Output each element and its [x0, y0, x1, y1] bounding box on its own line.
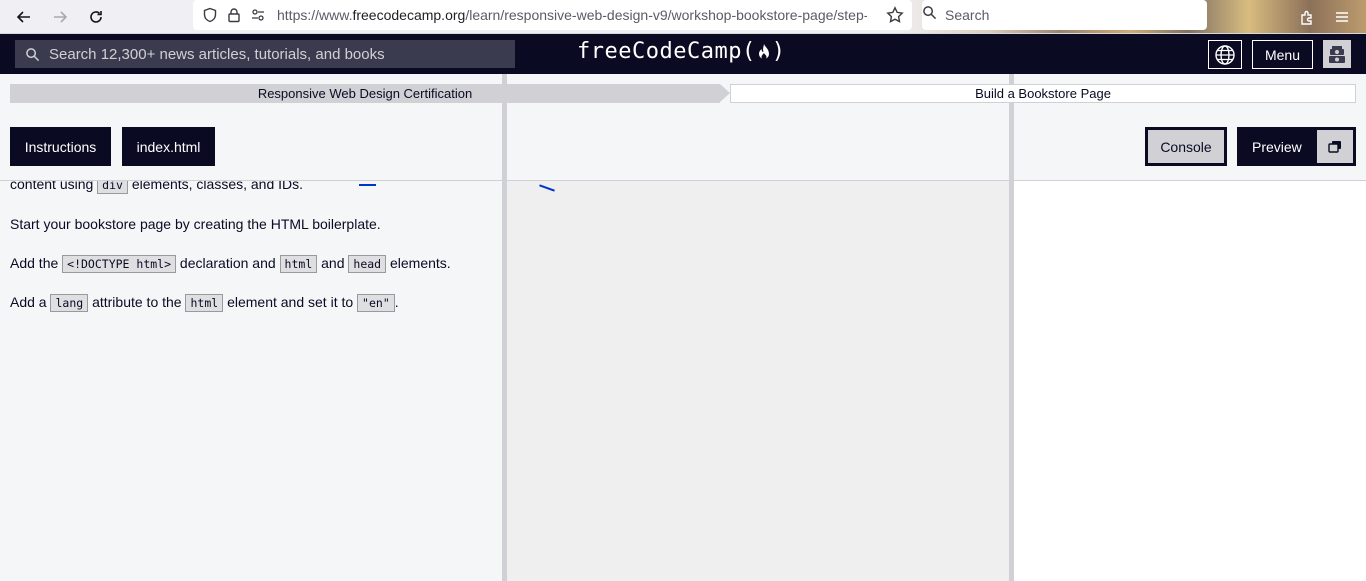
- forward-arrow-icon[interactable]: [48, 5, 72, 29]
- inline-code: head: [348, 255, 387, 273]
- breadcrumb: Responsive Web Design Certification Buil…: [10, 84, 1356, 103]
- url-text[interactable]: https://www.freecodecamp.org/learn/respo…: [277, 7, 867, 23]
- shield-icon[interactable]: [199, 4, 221, 26]
- fcc-search-placeholder: Search 12,300+ news articles, tutorials,…: [49, 45, 385, 63]
- url-domain: freecodecamp.org: [352, 7, 466, 23]
- breadcrumb-block[interactable]: Build a Bookstore Page: [730, 84, 1356, 103]
- preview-button[interactable]: Preview: [1237, 127, 1356, 166]
- workspace-toolbar: Instructions index.html Console Preview: [0, 103, 1366, 180]
- browser-toolbar: https://www.freecodecamp.org/learn/respo…: [0, 0, 1366, 34]
- text: elements.: [386, 255, 451, 271]
- extensions-icon[interactable]: [1295, 5, 1319, 29]
- flame-icon: [757, 43, 771, 61]
- url-prefix: https://www.: [277, 7, 353, 23]
- back-arrow-icon[interactable]: [12, 5, 36, 29]
- toolbar-bottom-border: [0, 180, 1366, 181]
- fcc-navbar: Search 12,300+ news articles, tutorials,…: [0, 34, 1366, 74]
- text: .: [394, 294, 399, 310]
- breadcrumb-certification[interactable]: Responsive Web Design Certification: [10, 84, 720, 103]
- preview-label: Preview: [1252, 138, 1302, 155]
- fcc-search-input[interactable]: Search 12,300+ news articles, tutorials,…: [15, 40, 515, 68]
- inline-code: lang: [50, 294, 89, 312]
- text: Add the: [10, 255, 63, 271]
- inline-code: html: [279, 255, 318, 273]
- logo-text: freeCodeCamp(: [577, 39, 756, 64]
- text: declaration and: [176, 255, 280, 271]
- reload-icon[interactable]: [84, 5, 108, 29]
- text: Add a: [10, 294, 51, 310]
- inline-code: html: [185, 294, 224, 312]
- url-path: /learn/responsive-web-design-v9/workshop…: [465, 7, 867, 23]
- instruction-line-2: Add the <!DOCTYPE html> declaration and …: [10, 255, 451, 273]
- permissions-icon[interactable]: [247, 4, 269, 26]
- inline-code: <!DOCTYPE html>: [62, 255, 177, 273]
- console-button[interactable]: Console: [1145, 127, 1227, 166]
- globe-icon: [1214, 44, 1236, 66]
- star-icon[interactable]: [884, 4, 906, 26]
- lock-icon[interactable]: [223, 4, 245, 26]
- url-bar[interactable]: https://www.freecodecamp.org/learn/respo…: [193, 0, 912, 30]
- popout-icon[interactable]: [1317, 130, 1353, 163]
- search-icon: [15, 47, 49, 62]
- avatar-icon: [1326, 43, 1348, 65]
- editor-pane[interactable]: [507, 181, 1009, 581]
- instruction-line-3: Add a lang attribute to the html element…: [10, 294, 399, 312]
- fcc-logo[interactable]: freeCodeCamp( ): [577, 39, 785, 64]
- inline-code: "en": [357, 294, 395, 312]
- preview-pane: [1014, 181, 1366, 581]
- avatar[interactable]: [1323, 40, 1351, 68]
- instructions-tab[interactable]: Instructions: [10, 127, 111, 166]
- text: attribute to the: [88, 294, 186, 310]
- language-button[interactable]: [1208, 40, 1242, 69]
- browser-search-bar[interactable]: Search: [922, 0, 1207, 30]
- toolbar-mid-bg: [507, 103, 1009, 180]
- breadcrumb-arrow: [720, 84, 730, 102]
- hamburger-icon[interactable]: [1330, 5, 1354, 29]
- text: element and set it to: [223, 294, 358, 310]
- search-icon: [922, 5, 937, 25]
- browser-search-placeholder: Search: [945, 7, 990, 23]
- logo-text-end: ): [771, 39, 786, 64]
- index-html-tab[interactable]: index.html: [122, 127, 215, 166]
- instruction-line-1: Start your bookstore page by creating th…: [10, 216, 381, 232]
- scroll-marker: [359, 184, 376, 186]
- menu-button[interactable]: Menu: [1252, 40, 1313, 69]
- text: and: [317, 255, 349, 271]
